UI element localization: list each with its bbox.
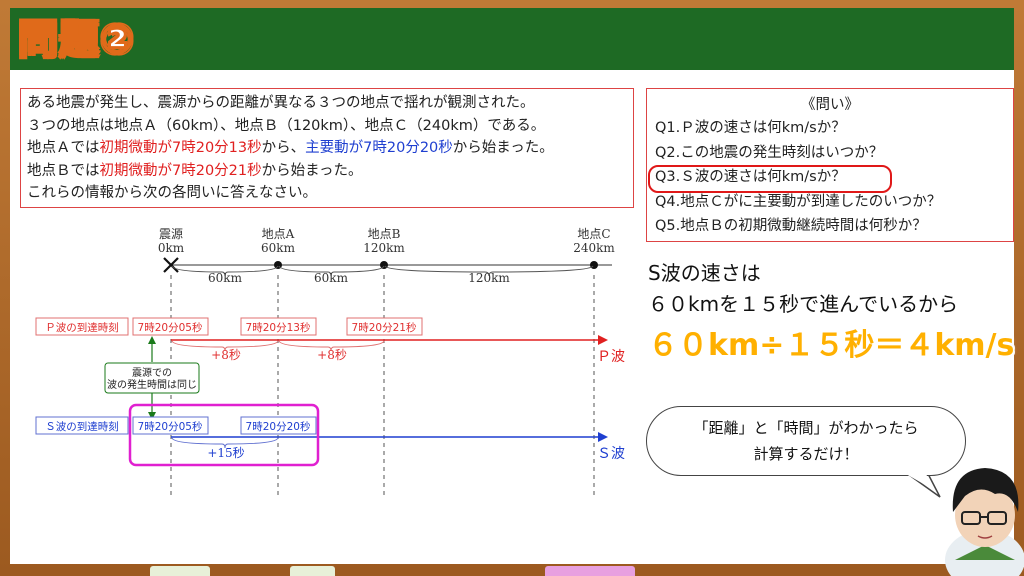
segment-distance: 60km (208, 271, 243, 285)
seismic-diagram: 震源 0km 地点A 60km 地点B 120km 地点C 240km 60km… (35, 227, 625, 498)
s-row-label: Ｓ波の到達時刻 (45, 420, 119, 433)
p-row-label: Ｐ波の到達時刻 (45, 321, 119, 334)
p-wave-label: Ｐ波 (597, 349, 625, 365)
s-time: 7時20分05秒 (138, 420, 203, 433)
p-diff: +8秒 (211, 348, 241, 362)
p-diff: +8秒 (317, 348, 347, 362)
segment-distance: 120km (468, 271, 510, 285)
p-time: 7時20分21秒 (352, 321, 417, 334)
s-time: 7時20分20秒 (246, 420, 311, 433)
p-time: 7時20分13秒 (246, 321, 311, 334)
note-line: 震源での (132, 366, 172, 379)
p-time: 7時20分05秒 (138, 321, 203, 334)
point-marker (590, 261, 598, 269)
s-wave-arrowhead (598, 432, 608, 442)
point-distance: 0km (158, 241, 185, 255)
point-name: 地点A (262, 227, 295, 241)
point-distance: 120km (363, 241, 405, 255)
s-diff: +15秒 (207, 446, 244, 460)
s-wave-label: Ｓ波 (597, 446, 625, 462)
p-wave-arrowhead (598, 335, 608, 345)
point-name: 地点B (368, 227, 401, 241)
segment-distance: 60km (314, 271, 349, 285)
point-name: 震源 (159, 227, 183, 241)
point-name: 地点C (577, 227, 610, 241)
point-distance: 240km (573, 241, 615, 255)
point-distance: 60km (261, 241, 296, 255)
note-line: 波の発生時間は同じ (107, 378, 197, 391)
